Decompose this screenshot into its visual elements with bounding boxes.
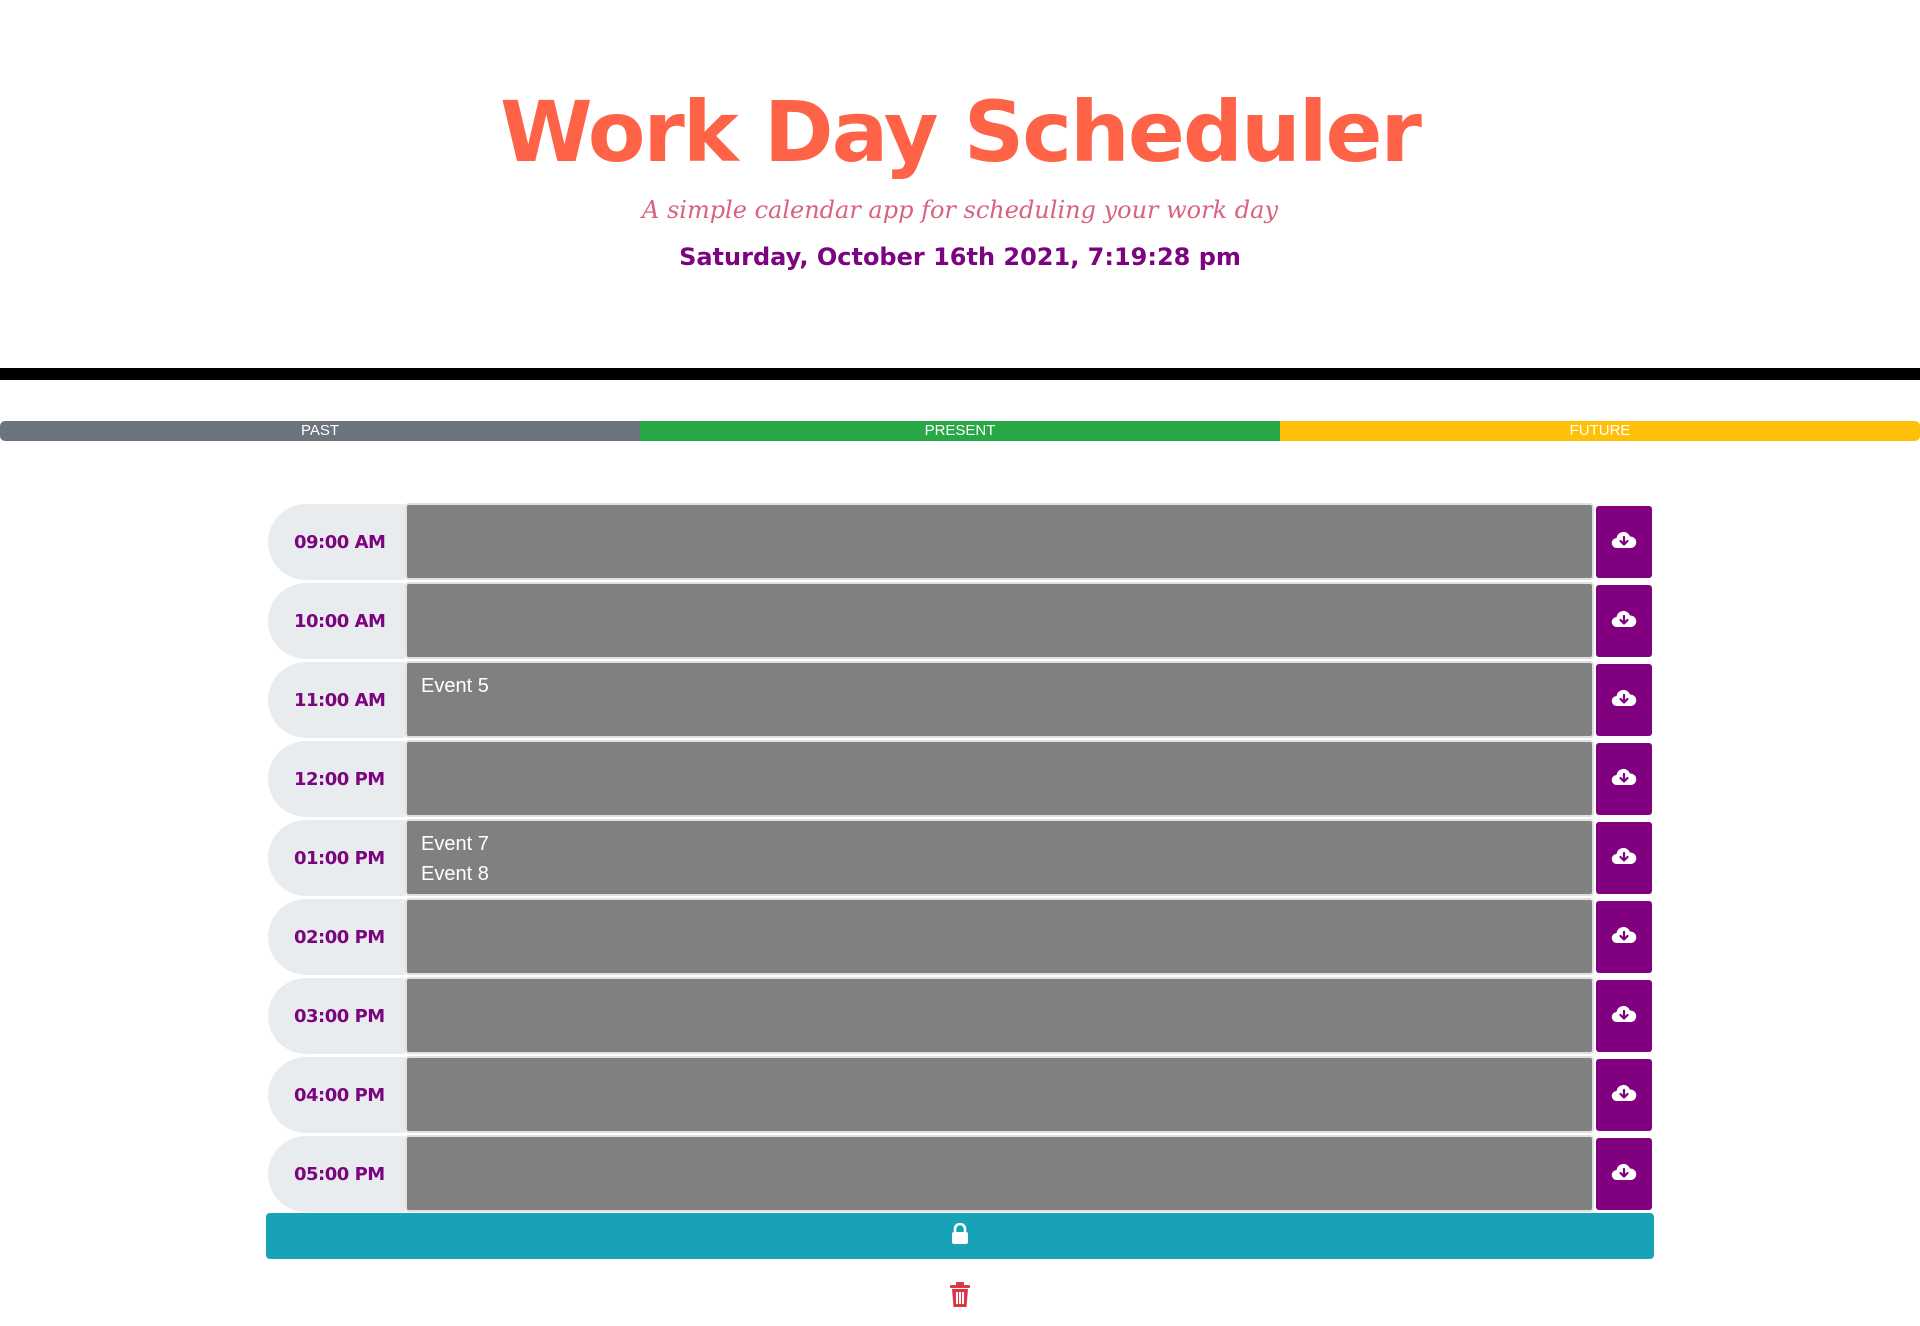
time-block: 11:00 AM Event 5 — [268, 661, 1652, 740]
legend-future: FUTURE — [1280, 421, 1920, 441]
legend-past: PAST — [0, 421, 640, 441]
cloud-download-icon — [1611, 846, 1637, 871]
hour-label: 05:00 PM — [268, 1136, 405, 1212]
time-block: 10:00 AM — [268, 582, 1652, 661]
page-title: Work Day Scheduler — [500, 83, 1422, 181]
event-textarea[interactable] — [405, 1056, 1594, 1133]
event-textarea[interactable]: Event 5 — [405, 661, 1594, 738]
event-textarea[interactable] — [405, 740, 1594, 817]
save-button[interactable] — [1596, 980, 1652, 1052]
cloud-download-icon — [1611, 767, 1637, 792]
save-button[interactable] — [1596, 1059, 1652, 1131]
save-button[interactable] — [1596, 1138, 1652, 1210]
hour-label: 10:00 AM — [268, 583, 405, 659]
cloud-download-icon — [1611, 1083, 1637, 1108]
time-block: 12:00 PM — [268, 740, 1652, 819]
hour-label: 03:00 PM — [268, 978, 405, 1054]
lock-button[interactable] — [266, 1213, 1654, 1259]
cloud-download-icon — [1611, 1004, 1637, 1029]
header-divider — [0, 368, 1920, 380]
clear-button[interactable] — [946, 1281, 974, 1313]
cloud-download-icon — [1611, 530, 1637, 555]
time-block: 05:00 PM — [268, 1135, 1652, 1214]
hour-label: 11:00 AM — [268, 662, 405, 738]
lock-icon — [951, 1222, 969, 1250]
hour-label: 09:00 AM — [268, 504, 405, 580]
cloud-download-icon — [1611, 925, 1637, 950]
event-textarea[interactable] — [405, 977, 1594, 1054]
time-block: 04:00 PM — [268, 1056, 1652, 1135]
save-button[interactable] — [1596, 822, 1652, 894]
event-text: Event 5 — [421, 675, 489, 697]
save-button[interactable] — [1596, 585, 1652, 657]
event-text: Event 8 — [421, 863, 489, 885]
save-button[interactable] — [1596, 664, 1652, 736]
event-textarea[interactable]: Event 7 Event 8 — [405, 819, 1594, 896]
cloud-download-icon — [1611, 1162, 1637, 1187]
hour-label: 12:00 PM — [268, 741, 405, 817]
page-header: Work Day Scheduler A simple calendar app… — [0, 0, 1920, 370]
time-legend: PAST PRESENT FUTURE — [0, 421, 1920, 441]
save-button[interactable] — [1596, 743, 1652, 815]
cloud-download-icon — [1611, 609, 1637, 634]
event-textarea[interactable] — [405, 582, 1594, 659]
hour-label: 01:00 PM — [268, 820, 405, 896]
legend-present: PRESENT — [640, 421, 1280, 441]
event-textarea[interactable] — [405, 898, 1594, 975]
current-datetime: Saturday, October 16th 2021, 7:19:28 pm — [679, 243, 1241, 271]
event-textarea[interactable] — [405, 1135, 1594, 1212]
save-button[interactable] — [1596, 901, 1652, 973]
event-text: Event 7 — [421, 833, 489, 855]
time-block: 09:00 AM — [268, 503, 1652, 582]
event-textarea[interactable] — [405, 503, 1594, 580]
hour-label: 04:00 PM — [268, 1057, 405, 1133]
cloud-download-icon — [1611, 688, 1637, 713]
save-button[interactable] — [1596, 506, 1652, 578]
page-subtitle: A simple calendar app for scheduling you… — [641, 196, 1278, 224]
trash-icon — [949, 1281, 971, 1313]
hour-label: 02:00 PM — [268, 899, 405, 975]
time-block: 01:00 PM Event 7 Event 8 — [268, 819, 1652, 898]
time-block: 03:00 PM — [268, 977, 1652, 1056]
time-block: 02:00 PM — [268, 898, 1652, 977]
schedule-list: 09:00 AM 10:00 AM 11:00 AM Event 5 12:00 PM 0… — [268, 503, 1652, 1214]
